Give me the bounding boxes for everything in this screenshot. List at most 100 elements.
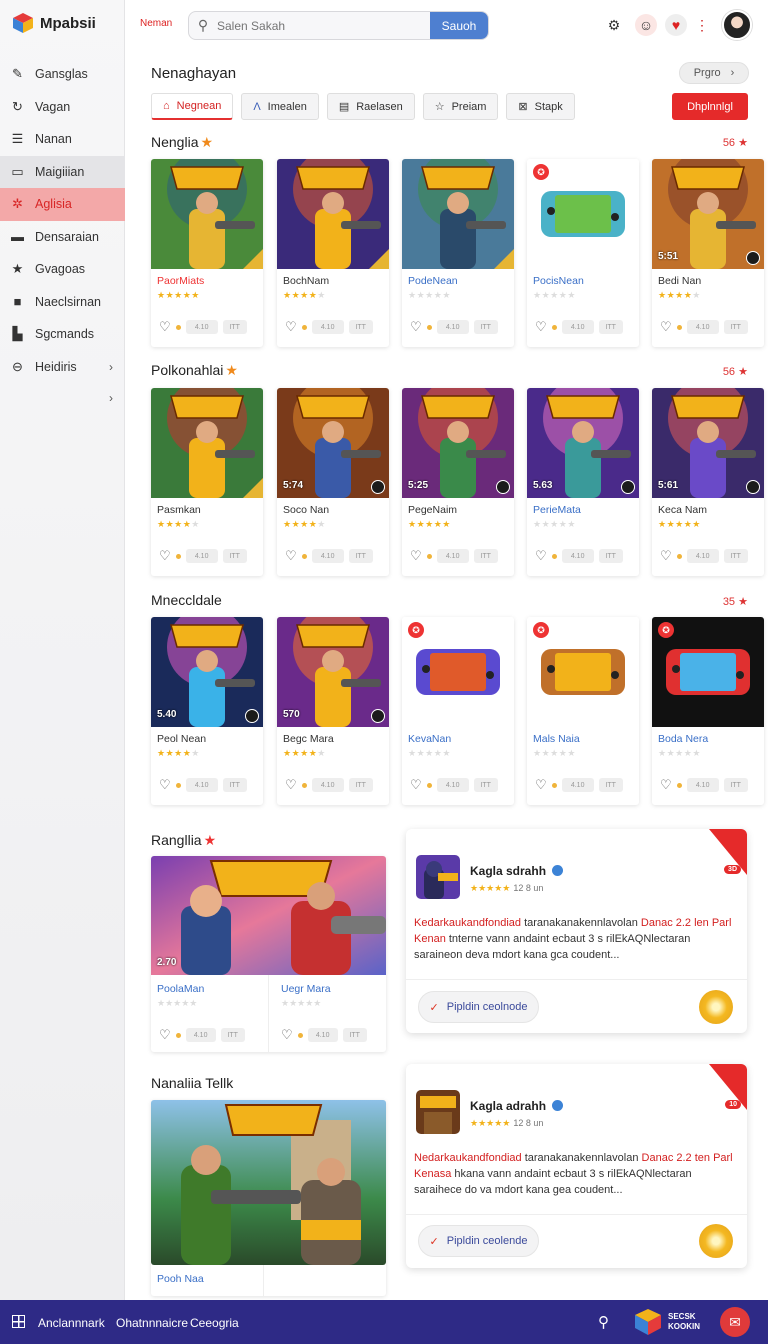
sidebar-item-label: Vagan [35, 99, 71, 114]
verified-icon [552, 1100, 564, 1111]
game-thumbnail: ✪ [527, 617, 639, 727]
game-card[interactable]: Pasmkan ★★★★★ ♡ 4.10 ITT [151, 388, 263, 576]
inbox-icon: ▭ [11, 163, 24, 179]
like-icon[interactable]: ♡ [159, 1027, 171, 1043]
game-card[interactable]: 5:61 Keca Nam ★★★★★ ♡ 4.10 ITT [652, 388, 764, 576]
card-actions: ♡ 4.10 ITT [660, 548, 756, 564]
tab-0[interactable]: ⌂ Negnean [151, 93, 234, 120]
game-card[interactable]: ✪ PocisNean ★★★★★ ♡ 4.10 ITT [527, 159, 639, 347]
featured-card[interactable]: 2.70 PoolaMan ★★★★★ Uegr Mara ★★★★★ ♡ 4.… [151, 856, 386, 1052]
review-text: Nedarkaukandfondiad taranakanakennlavola… [414, 1150, 740, 1198]
like-icon[interactable]: ♡ [281, 1027, 293, 1043]
sun-badge-icon[interactable] [699, 990, 733, 1024]
settings-icon[interactable]: ⚙ [603, 14, 625, 36]
stat-pill: ITT [473, 778, 498, 792]
like-icon[interactable]: ♡ [285, 777, 297, 793]
section-count: 56 ★ [723, 365, 748, 378]
stat-pill: 4.10 [436, 549, 469, 563]
game-card[interactable]: PaorMiats ★★★★★ ♡ 4.10 ITT [151, 159, 263, 347]
game-thumbnail [277, 159, 389, 269]
game-card[interactable]: 5:25 PegeNaim ★★★★★ ♡ 4.10 ITT [402, 388, 514, 576]
game-card[interactable]: ✪ Mals Naia ★★★★★ ♡ 4.10 ITT [527, 617, 639, 805]
like-icon[interactable]: ♡ [159, 548, 171, 564]
bottom-link-2[interactable]: Ceeogria [190, 1316, 239, 1330]
like-icon[interactable]: ♡ [660, 319, 672, 335]
tab-1[interactable]: Λ Imealen [241, 93, 319, 120]
card-price: 5:51 [658, 251, 679, 262]
like-icon[interactable]: ♡ [410, 319, 422, 335]
review-card[interactable]: 10 Kagla adrahh ★★★★★ 12 8 un Nedarkaukan… [406, 1064, 747, 1268]
check-icon: ✓ [429, 1001, 439, 1014]
sidebar-item-6[interactable]: ★ Gvagoas [0, 253, 125, 286]
sidebar-item-9[interactable]: ⊖ Heidiris › [0, 351, 125, 384]
sidebar-item-0[interactable]: ✎ Gansglas [0, 58, 125, 91]
sidebar-item-7[interactable]: ■ Naeclsirnan [0, 286, 125, 319]
tab-3[interactable]: ☆ Preiam [422, 93, 499, 120]
like-icon[interactable]: ♡ [660, 548, 672, 564]
featured-thumbnail: 2.70 [151, 856, 386, 975]
review-body: hkana vann andaint ecbaut 3 s rilEkAQNle… [414, 1168, 692, 1196]
like-icon[interactable]: ♡ [285, 548, 297, 564]
game-card[interactable]: 5.40 Peol Nean ★★★★★ ♡ 4.10 ITT [151, 617, 263, 805]
search-button[interactable]: Sauoh [430, 12, 488, 39]
search-icon[interactable]: ⚲ [598, 1313, 609, 1331]
star-icon: ★ [738, 137, 748, 149]
review-card[interactable]: 3D Kagla sdrahh ★★★★★ 12 8 un Kedarkaukan… [406, 829, 747, 1033]
sun-badge-icon[interactable] [699, 1224, 733, 1258]
document-icon: ☰ [11, 131, 24, 147]
game-icon [416, 855, 460, 899]
sidebar-item-3[interactable]: ▭ Maigiiian [0, 155, 125, 188]
game-card[interactable]: ✪ Boda Nera ★★★★★ ♡ 4.10 ITT [652, 617, 764, 805]
bottom-link-1[interactable]: Ohatnnnaicre [116, 1316, 188, 1330]
sidebar-item-label: Aglisia [35, 197, 72, 212]
like-icon[interactable]: ♡ [159, 777, 171, 793]
sidebar-item-label: Gansglas [35, 67, 88, 82]
like-icon[interactable]: ♡ [285, 319, 297, 335]
review-action-button[interactable]: ✓ Pipldin ceolnode [418, 991, 539, 1023]
avatar[interactable] [722, 10, 752, 40]
sidebar-item-8[interactable]: ▙ Sgcmands [0, 318, 125, 351]
game-card[interactable]: ✪ KevaNan ★★★★★ ♡ 4.10 ITT [402, 617, 514, 805]
sidebar-expand[interactable]: › [0, 383, 125, 415]
primary-cta-button[interactable]: Dhplnnlgl [672, 93, 748, 120]
sidebar-item-4[interactable]: ✲ Aglisia [0, 188, 125, 221]
review-action-button[interactable]: ✓ Pipldin ceolende [418, 1225, 539, 1257]
like-icon[interactable]: ♡ [410, 548, 422, 564]
section-title: Mneccldale [151, 592, 222, 608]
like-icon[interactable]: ♡ [535, 548, 547, 564]
cube-logo-icon [635, 1309, 661, 1335]
featured-card-large[interactable]: Pooh Naa [151, 1100, 386, 1296]
notification-icon[interactable]: ☺ [635, 14, 657, 36]
tab-2[interactable]: ▤ Raelasen [326, 93, 415, 120]
game-card[interactable]: 570 Begc Mara ★★★★★ ♡ 4.10 ITT [277, 617, 389, 805]
rating-stars: ★★★★★ [157, 998, 198, 1008]
sidebar-item-1[interactable]: ↻ Vagan [0, 91, 125, 124]
section-count: 35 ★ [723, 595, 748, 608]
grid-icon[interactable] [12, 1315, 25, 1328]
game-card[interactable]: BochNam ★★★★★ ♡ 4.10 ITT [277, 159, 389, 347]
a-icon: Λ [253, 100, 261, 113]
game-card[interactable]: 5:51 Bedi Nan ★★★★★ ♡ 4.10 ITT [652, 159, 764, 347]
like-icon[interactable]: ♡ [535, 319, 547, 335]
app-logo[interactable]: Mpabsii [12, 12, 96, 34]
bottom-link-0[interactable]: Anclannnark [38, 1316, 105, 1330]
favorite-icon[interactable]: ♥ [665, 14, 687, 36]
card-name: Mals Naia [533, 733, 580, 745]
review-text: Kedarkaukandfondiad taranakanakennlavola… [414, 915, 740, 963]
game-card[interactable]: PodeNean ★★★★★ ♡ 4.10 ITT [402, 159, 514, 347]
sidebar-item-2[interactable]: ☰ Nanan [0, 123, 125, 156]
section-title: Nanaliia Tellk [151, 1075, 233, 1091]
like-icon[interactable]: ♡ [535, 777, 547, 793]
promo-button[interactable]: Prgro › [679, 62, 749, 84]
search-input[interactable] [217, 18, 417, 33]
sidebar-item-5[interactable]: ▬ Densaraian [0, 221, 125, 254]
like-icon[interactable]: ♡ [159, 319, 171, 335]
tab-4[interactable]: ⊠ Stapk [506, 93, 575, 120]
game-card[interactable]: 5.63 PerieMata ★★★★★ ♡ 4.10 ITT [527, 388, 639, 576]
game-card[interactable]: 5:74 Soco Nan ★★★★★ ♡ 4.10 ITT [277, 388, 389, 576]
chat-icon[interactable]: ✉ [720, 1307, 750, 1337]
like-icon[interactable]: ♡ [410, 777, 422, 793]
like-icon[interactable]: ♡ [660, 777, 672, 793]
stat-pill: 4.10 [686, 778, 719, 792]
more-vertical-icon[interactable]: ⋮ [691, 14, 713, 36]
